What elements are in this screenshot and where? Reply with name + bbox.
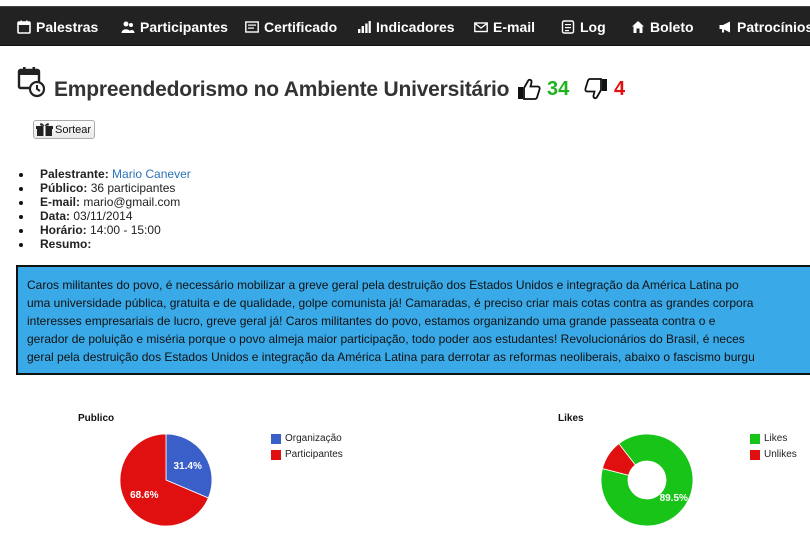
pie-data-label: 68.6% <box>130 490 158 501</box>
summary-line: Caros militantes do povo, é necessário m… <box>27 278 739 292</box>
legend-item: Unlikes <box>750 449 797 460</box>
home-icon <box>632 21 644 33</box>
summary-line: gerador de poluição e miséria porque o p… <box>27 332 745 346</box>
legend-label: Participantes <box>285 449 343 460</box>
pie-data-label: 31.4% <box>174 461 202 472</box>
detail-label: Horário: <box>40 223 87 237</box>
legend-label: Likes <box>764 433 788 444</box>
nav-label: Patrocínios <box>737 19 810 35</box>
detail-label: Resumo: <box>40 237 92 251</box>
envelope-icon <box>474 22 488 33</box>
pie-chart: 31.4% 68.6% <box>119 433 213 527</box>
gift-icon <box>36 123 53 136</box>
detail-value: mario@gmail.com <box>83 195 181 209</box>
summary-line: uma universidade pública, gratuita e de … <box>27 296 754 310</box>
detail-speaker: Palestrante: Mario Canever <box>19 167 191 181</box>
nav-item-log[interactable]: Log <box>561 7 606 47</box>
calendar-clock-icon <box>17 67 46 98</box>
detail-value: 36 participantes <box>90 181 176 195</box>
detail-summary: Resumo: <box>19 237 191 251</box>
calendar-icon <box>17 20 31 34</box>
nav-label: Certificado <box>264 19 338 35</box>
nav-label: Palestras <box>36 19 99 35</box>
legend-swatch <box>750 433 760 444</box>
nav-label: Log <box>580 19 606 35</box>
chart-publico: Publico 31.4% 68.6% Organização Participa… <box>70 408 370 540</box>
nav-item-palestras[interactable]: Palestras <box>17 7 98 47</box>
detail-value: 14:00 - 15:00 <box>90 223 161 237</box>
legend-item: Likes <box>750 433 787 444</box>
nav-item-indicadores[interactable]: Indicadores <box>357 7 455 47</box>
nav-label: Boleto <box>650 19 694 35</box>
speaker-link[interactable]: Mario Canever <box>112 167 191 181</box>
detail-date: Data: 03/11/2014 <box>19 209 191 223</box>
chart-likes: Likes 89.5% Likes Unlikes <box>550 408 810 540</box>
detail-label: Público: <box>40 181 88 195</box>
legend-label: Unlikes <box>764 449 797 460</box>
summary-box: Caros militantes do povo, é necessário m… <box>16 265 810 375</box>
legend-swatch <box>750 449 760 460</box>
detail-audience: Público: 36 participantes <box>19 181 191 195</box>
legend-item: Participantes <box>271 449 343 460</box>
thumbs-down-icon[interactable] <box>584 78 608 100</box>
users-icon <box>121 21 135 33</box>
nav-item-participantes[interactable]: Participantes <box>121 7 228 47</box>
nav-item-patrocinios[interactable]: Patrocínios <box>718 7 810 47</box>
top-navbar: Palestras Participantes Certificado Indi… <box>0 0 810 50</box>
detail-time: Horário: 14:00 - 15:00 <box>19 223 191 237</box>
page-title: Empreendedorismo no Ambiente Universitár… <box>54 78 510 101</box>
navbar-bar: Palestras Participantes Certificado Indi… <box>0 6 810 46</box>
thumbs-up-icon[interactable] <box>517 78 541 100</box>
nav-label: Indicadores <box>376 19 455 35</box>
likes-count: 34 <box>547 78 570 100</box>
detail-label: Data: <box>40 209 71 223</box>
certificate-icon <box>245 21 259 33</box>
nav-label: E-mail <box>493 19 536 35</box>
detail-email: E-mail: mario@gmail.com <box>19 195 191 209</box>
draw-button-label: Sortear <box>55 123 92 136</box>
bar-chart-icon <box>358 21 371 33</box>
dislikes-count: 4 <box>614 78 626 100</box>
detail-label: Palestrante: <box>40 167 109 181</box>
donut-chart: 89.5% <box>600 433 694 527</box>
pie-data-label: 89.5% <box>660 493 688 504</box>
summary-line: interesses empresariais de lucro, greve … <box>27 314 716 328</box>
summary-line: geral pela destruição dos Estados Unidos… <box>27 350 755 364</box>
talk-details: Palestrante: Mario Canever Público: 36 p… <box>19 167 191 251</box>
draw-button[interactable]: Sortear <box>33 120 96 139</box>
nav-label: Participantes <box>140 19 228 35</box>
detail-value: 03/11/2014 <box>73 209 133 223</box>
megaphone-icon <box>719 21 730 33</box>
legend-swatch <box>271 449 281 460</box>
talk-header: Empreendedorismo no Ambiente Universitár… <box>17 66 810 106</box>
legend-label: Organização <box>285 433 342 444</box>
nav-item-email[interactable]: E-mail <box>474 7 535 47</box>
legend-swatch <box>271 433 281 444</box>
log-icon <box>561 20 575 34</box>
detail-label: E-mail: <box>40 195 81 209</box>
legend-item: Organização <box>271 433 342 444</box>
nav-item-boleto[interactable]: Boleto <box>631 7 694 47</box>
chart-title: Likes <box>558 413 584 424</box>
nav-item-certificado[interactable]: Certificado <box>245 7 337 47</box>
chart-title: Publico <box>78 413 115 424</box>
